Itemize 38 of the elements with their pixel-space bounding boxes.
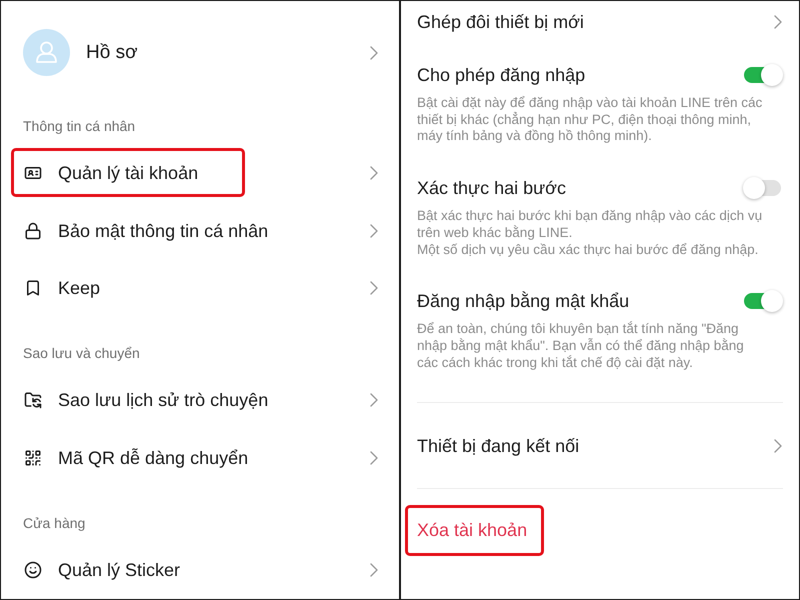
smiley-icon	[24, 561, 42, 580]
toggle-switch[interactable]	[743, 177, 783, 200]
chevron-right-icon	[370, 166, 378, 180]
menu-item-label[interactable]: Quản lý tài khoản	[58, 160, 198, 185]
chevron-right-icon	[370, 563, 378, 578]
menu-item-label[interactable]: Bảo mật thông tin cá nhân	[58, 218, 268, 243]
chevron-right-icon	[370, 46, 378, 60]
avatar-icon	[23, 29, 70, 76]
setting-description: Một số dịch vụ yêu cầu xác thực hai bước để đăng nhập.	[417, 242, 760, 258]
qr-code-icon	[24, 449, 42, 468]
setting-description: Bật cài đặt này để đăng nhập vào tài khoản LINE trên các thiết bị khác (chẳng hạn như PC, điện thoại thông minh, máy tính bảng và đồng hồ thông minh).	[417, 95, 764, 146]
setting-link-label[interactable]: Ghép đôi thiết bị mới	[417, 10, 584, 34]
lock-icon	[24, 222, 42, 240]
setting-title: Xác thực hai bước	[417, 177, 566, 200]
menu-item-label[interactable]: Mã QR dễ dàng chuyển	[58, 446, 248, 470]
menu-item-label[interactable]: Quản lý Sticker	[58, 558, 180, 582]
folder-refresh-icon	[24, 391, 42, 410]
setting-link-label[interactable]: Thiết bị đang kết nối	[417, 434, 580, 458]
toggle-switch[interactable]	[743, 290, 783, 312]
setting-title: Cho phép đăng nhập	[417, 64, 586, 87]
toggle-switch[interactable]	[743, 64, 783, 86]
delete-account-link[interactable]: Xóa tài khoản	[417, 518, 528, 542]
bookmark-icon	[24, 279, 42, 298]
chevron-right-icon	[370, 393, 378, 408]
section-header: Sao lưu và chuyển	[23, 344, 140, 364]
setting-title: Đăng nhập bằng mật khẩu	[417, 290, 630, 314]
chevron-right-icon	[774, 438, 782, 453]
setting-description: Để an toàn, chúng tôi khuyên bạn tắt tính năng "Đăng nhập bằng mật khẩu". Bạn vẫn có thể đăng nhập bằng các cách khác trong khi tắt chế độ cài đặt này.	[417, 321, 745, 372]
section-header: Thông tin cá nhân	[23, 116, 136, 136]
chevron-right-icon	[370, 451, 378, 466]
menu-item-label[interactable]: Keep	[58, 276, 100, 300]
chevron-right-icon	[370, 281, 378, 296]
chevron-right-icon	[370, 224, 378, 238]
setting-description: Bật xác thực hai bước khi bạn đăng nhập vào các dịch vụ trên web khác bằng LINE.	[417, 208, 764, 242]
profile-name[interactable]: Hồ sơ	[86, 40, 138, 65]
menu-item-label[interactable]: Sao lưu lịch sử trò chuyện	[58, 388, 268, 412]
section-header: Cửa hàng	[23, 514, 86, 534]
chevron-right-icon	[774, 15, 782, 29]
